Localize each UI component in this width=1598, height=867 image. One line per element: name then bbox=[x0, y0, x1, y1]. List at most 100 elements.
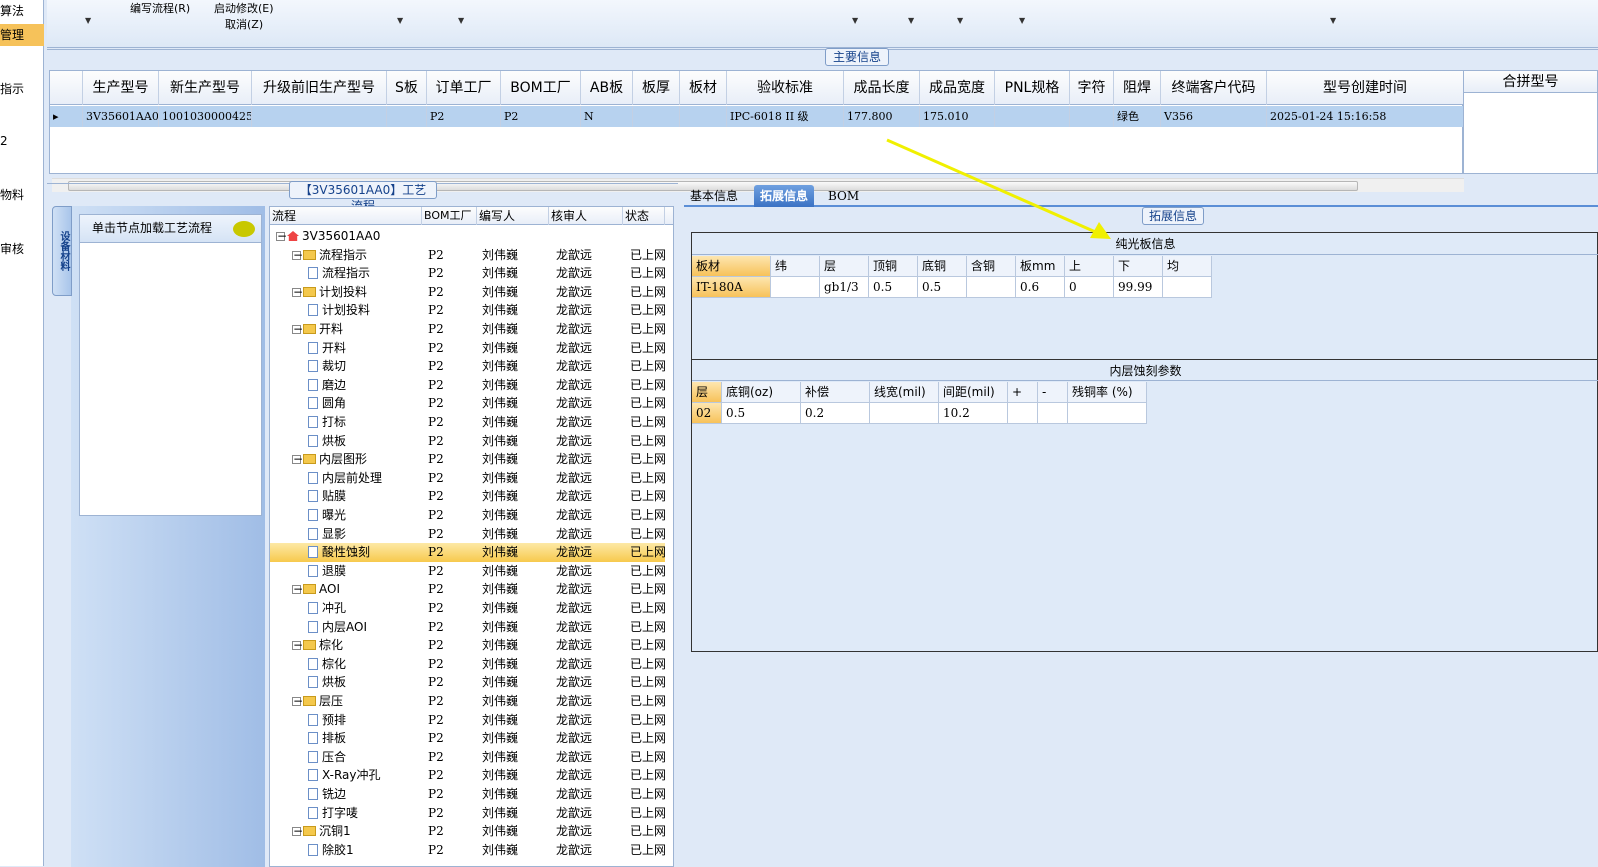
col-header[interactable]: 订单工厂 bbox=[427, 71, 501, 105]
tree-node[interactable]: − 沉铜1 bbox=[292, 822, 351, 841]
cell-board-mm[interactable]: 0.6 bbox=[1016, 277, 1065, 298]
cell-plus[interactable] bbox=[1008, 403, 1038, 424]
nav-item-manage[interactable]: 管理 bbox=[0, 24, 44, 46]
tree-node[interactable]: 计划投料 bbox=[308, 301, 370, 320]
tree-node[interactable]: 曝光 bbox=[308, 506, 346, 525]
table-row[interactable]: ▸ 3V35601AA0 10010300004256 P2 P2 N IPC-… bbox=[50, 106, 1464, 127]
tree-node[interactable]: 打标 bbox=[308, 413, 346, 432]
tree-row[interactable]: 烘板 P2 刘伟巍 龙歆远 已上网 bbox=[270, 432, 666, 451]
tree-node[interactable]: 预排 bbox=[308, 711, 346, 730]
tree-row[interactable]: 显影 P2 刘伟巍 龙歆远 已上网 bbox=[270, 525, 666, 544]
tree-row[interactable]: 铣边 P2 刘伟巍 龙歆远 已上网 bbox=[270, 785, 666, 804]
cell-char[interactable] bbox=[1070, 106, 1114, 127]
tree-node[interactable]: − 开料 bbox=[292, 320, 343, 339]
collapse-icon[interactable]: − bbox=[292, 453, 303, 465]
tree-node[interactable]: − 层压 bbox=[292, 692, 343, 711]
collapse-icon[interactable]: − bbox=[292, 249, 303, 261]
tree-row[interactable]: 贴膜 P2 刘伟巍 龙歆远 已上网 bbox=[270, 487, 666, 506]
nav-item-material[interactable]: 物料 bbox=[0, 186, 44, 203]
cell-standard[interactable]: IPC-6018 II 级 bbox=[727, 106, 844, 127]
tree-node[interactable]: − AOI bbox=[292, 580, 340, 599]
tree-node[interactable]: 烘板 bbox=[308, 673, 346, 692]
cell-bom-factory[interactable]: P2 bbox=[501, 106, 581, 127]
tree-node[interactable]: 烘板 bbox=[308, 432, 346, 451]
chat-bubble-icon[interactable] bbox=[233, 221, 255, 237]
tree-node[interactable]: 内层AOI bbox=[308, 618, 367, 637]
tree-node[interactable]: 压合 bbox=[308, 748, 346, 767]
tree-row[interactable]: − 3V35601AA0 bbox=[270, 227, 665, 246]
tree-row[interactable]: − 流程指示 P2 刘伟巍 龙歆远 已上网 bbox=[270, 246, 666, 265]
col-header[interactable]: 状态 bbox=[623, 207, 665, 225]
nav-item-instruction[interactable]: 指示 bbox=[0, 80, 44, 97]
tree-node[interactable]: 除胶1 bbox=[308, 841, 354, 860]
tree-node[interactable]: X-Ray冲孔 bbox=[308, 766, 380, 785]
collapse-icon[interactable]: − bbox=[292, 639, 303, 651]
tree-node[interactable]: 冲孔 bbox=[308, 599, 346, 618]
tree-node[interactable]: 显影 bbox=[308, 525, 346, 544]
col-header[interactable]: 核审人 bbox=[549, 207, 623, 225]
cell-new-model[interactable]: 10010300004256 bbox=[159, 106, 252, 127]
tree-row[interactable]: 曝光 P2 刘伟巍 龙歆远 已上网 bbox=[270, 506, 666, 525]
tree-row[interactable]: 棕化 P2 刘伟巍 龙歆远 已上网 bbox=[270, 655, 666, 674]
tree-node[interactable]: 贴膜 bbox=[308, 487, 346, 506]
dropdown-arrow-icon[interactable]: ▼ bbox=[458, 16, 464, 25]
cell-spacing[interactable]: 10.2 bbox=[939, 403, 1008, 424]
col-header[interactable]: 生产型号 bbox=[83, 71, 159, 105]
cell-model[interactable]: 3V35601AA0 bbox=[83, 106, 159, 127]
col-header[interactable]: 阻焊 bbox=[1114, 71, 1161, 105]
tree-row[interactable]: 除胶1 P2 刘伟巍 龙歆远 已上网 bbox=[270, 841, 666, 860]
cell-compensation[interactable]: 0.2 bbox=[801, 403, 870, 424]
edit-flow-button[interactable]: 编写流程(R) bbox=[130, 0, 190, 16]
cell-line-width[interactable] bbox=[870, 403, 939, 424]
cell-base-copper[interactable]: 0.5 bbox=[722, 403, 801, 424]
tree-node[interactable]: 内层前处理 bbox=[308, 469, 382, 488]
dropdown-arrow-icon[interactable]: ▼ bbox=[1019, 16, 1025, 25]
cell-ab-board[interactable]: N bbox=[581, 106, 633, 127]
side-tab-equipment[interactable]: 设备材料 bbox=[52, 206, 72, 296]
tree-node[interactable]: − 内层图形 bbox=[292, 450, 367, 469]
tree-node[interactable]: 磨边 bbox=[308, 376, 346, 395]
cell-lower[interactable]: 99.99 bbox=[1114, 277, 1163, 298]
tree-row[interactable]: 打标 P2 刘伟巍 龙歆远 已上网 bbox=[270, 413, 666, 432]
cell-created[interactable]: 2025-01-24 15:16:58 bbox=[1267, 106, 1464, 127]
collapse-icon[interactable]: − bbox=[276, 230, 287, 242]
cell-residual-copper[interactable] bbox=[1068, 403, 1147, 424]
collapse-icon[interactable]: − bbox=[292, 583, 303, 595]
tree-row[interactable]: − AOI P2 刘伟巍 龙歆远 已上网 bbox=[270, 580, 666, 599]
col-header[interactable]: 成品长度 bbox=[844, 71, 920, 105]
tree-row[interactable]: 磨边 P2 刘伟巍 龙歆远 已上网 bbox=[270, 376, 666, 395]
dropdown-arrow-icon[interactable]: ▼ bbox=[85, 16, 91, 25]
col-header[interactable]: 升级前旧生产型号 bbox=[252, 71, 387, 105]
start-modify-button[interactable]: 启动修改(E) bbox=[214, 0, 274, 16]
tree-node[interactable]: 棕化 bbox=[308, 655, 346, 674]
cell-minus[interactable] bbox=[1038, 403, 1068, 424]
tree-row[interactable]: 计划投料 P2 刘伟巍 龙歆远 已上网 bbox=[270, 301, 666, 320]
tab-bom[interactable]: BOM bbox=[822, 185, 865, 207]
cell-weft[interactable] bbox=[771, 277, 820, 298]
tree-node[interactable]: − 流程指示 bbox=[292, 246, 367, 265]
tree-row[interactable]: − 沉铜1 P2 刘伟巍 龙歆远 已上网 bbox=[270, 822, 666, 841]
cancel-button[interactable]: 取消(Z) bbox=[225, 16, 263, 32]
model-grid[interactable]: 生产型号 新生产型号 升级前旧生产型号 S板 订单工厂 BOM工厂 AB板 板厚… bbox=[49, 70, 1464, 192]
tree-row[interactable]: − 层压 P2 刘伟巍 龙歆远 已上网 bbox=[270, 692, 666, 711]
nav-item-algo[interactable]: 算法 bbox=[0, 2, 44, 19]
col-header[interactable]: 型号创建时间 bbox=[1267, 71, 1464, 105]
dropdown-arrow-icon[interactable]: ▼ bbox=[1330, 16, 1336, 25]
cell-bottom-copper[interactable]: 0.5 bbox=[918, 277, 967, 298]
tree-node[interactable]: 铣边 bbox=[308, 785, 346, 804]
tree-node[interactable]: 酸性蚀刻 bbox=[308, 543, 370, 562]
cell-solder[interactable]: 绿色 bbox=[1114, 106, 1161, 127]
cell-s-board[interactable] bbox=[387, 106, 427, 127]
cell-layer[interactable]: 02 bbox=[692, 403, 722, 424]
cell-pnl[interactable] bbox=[995, 106, 1070, 127]
collapse-icon[interactable]: − bbox=[292, 695, 303, 707]
col-header[interactable]: BOM工厂 bbox=[422, 207, 477, 225]
tree-row[interactable]: 裁切 P2 刘伟巍 龙歆远 已上网 bbox=[270, 357, 666, 376]
col-header[interactable]: 验收标准 bbox=[727, 71, 844, 105]
cell-width[interactable]: 175.010 bbox=[920, 106, 995, 127]
tree-row[interactable]: 圆角 P2 刘伟巍 龙歆远 已上网 bbox=[270, 394, 666, 413]
col-header[interactable]: AB板 bbox=[581, 71, 633, 105]
col-header[interactable]: S板 bbox=[387, 71, 427, 105]
tree-row[interactable]: 退膜 P2 刘伟巍 龙歆远 已上网 bbox=[270, 562, 666, 581]
tree-node[interactable]: − 3V35601AA0 bbox=[276, 227, 380, 246]
